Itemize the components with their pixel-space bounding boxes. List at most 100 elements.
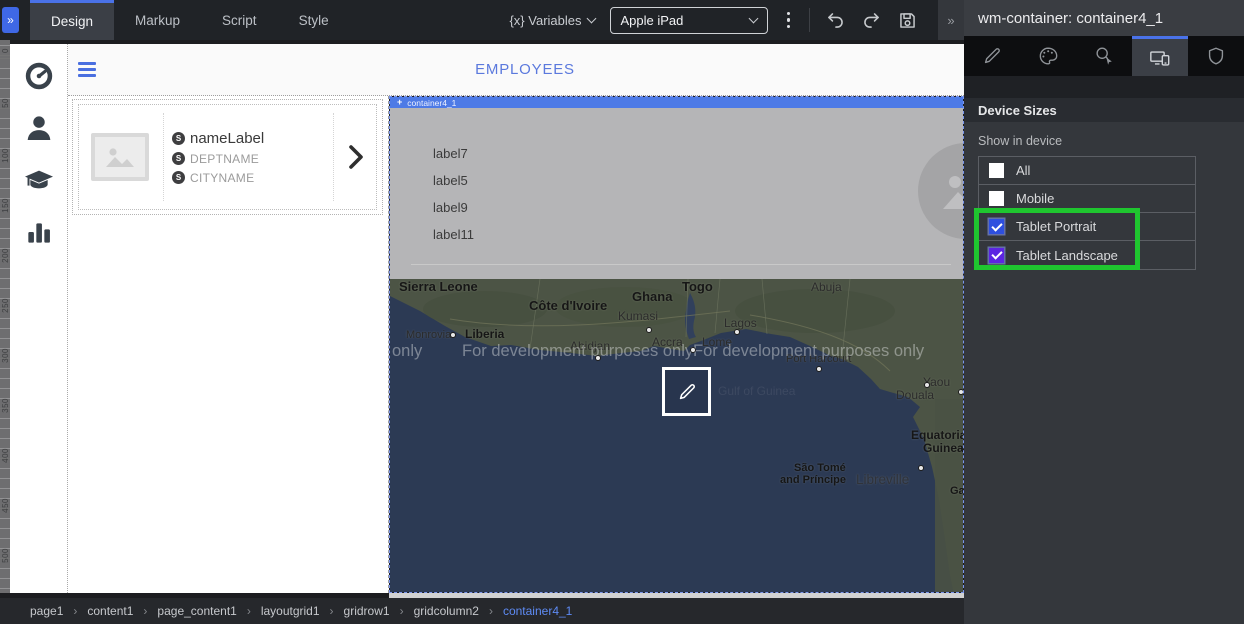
redo-icon[interactable] bbox=[861, 10, 882, 31]
map-place-label: Ghana bbox=[632, 289, 672, 304]
bind-icon: S bbox=[172, 132, 185, 145]
selected-container[interactable]: + container4_1 label7label5label9label11 bbox=[389, 96, 964, 593]
device-tab[interactable] bbox=[1132, 36, 1188, 76]
list-item[interactable]: S nameLabel S DEPTNAME S CITYNAME bbox=[78, 104, 377, 210]
device-preview-select[interactable]: Apple iPad bbox=[610, 7, 768, 34]
chevron-down-icon bbox=[748, 13, 758, 23]
map-place-label: and Príncipe bbox=[780, 474, 846, 486]
map-place-label: Guinea bbox=[923, 441, 964, 455]
list-item-fields: S nameLabel S DEPTNAME S CITYNAME bbox=[163, 113, 334, 201]
vertical-ruler: 050100150200250300350400450500550 bbox=[0, 40, 10, 593]
dept-label[interactable]: DEPTNAME bbox=[190, 152, 259, 166]
map-place-label: São Tomé bbox=[794, 462, 846, 474]
map-place-label: Libreville bbox=[856, 472, 909, 487]
map-city-marker bbox=[595, 355, 601, 361]
checkbox[interactable] bbox=[989, 191, 1004, 206]
pencil-icon bbox=[981, 45, 1003, 67]
show-in-device-label: Show in device bbox=[978, 134, 1230, 148]
container-label[interactable]: label7 bbox=[433, 146, 474, 173]
container-label[interactable]: label11 bbox=[433, 227, 474, 254]
map-place-label: Gulf of Guinea bbox=[718, 384, 795, 398]
selection-tag[interactable]: + container4_1 bbox=[390, 97, 963, 108]
breadcrumb-item-layoutgrid1[interactable]: layoutgrid1 bbox=[261, 604, 320, 618]
ruler-number: 350 bbox=[1, 398, 10, 413]
breadcrumb-item-content1[interactable]: content1 bbox=[87, 604, 133, 618]
chevron-right-icon bbox=[348, 144, 364, 170]
map-place-label: Sierra Leone bbox=[399, 279, 478, 294]
breadcrumb: page1›content1›page_content1›layoutgrid1… bbox=[0, 598, 964, 624]
checkbox[interactable] bbox=[989, 219, 1004, 234]
breadcrumb-item-gridcolumn2[interactable]: gridcolumn2 bbox=[414, 604, 479, 618]
map-place-label: Liberia bbox=[465, 327, 504, 341]
styles-tab[interactable] bbox=[1020, 36, 1076, 76]
map-place-label: Monrovia bbox=[406, 329, 451, 341]
map-place-label: Ga bbox=[950, 485, 964, 497]
checkbox[interactable] bbox=[989, 163, 1004, 178]
tab-markup[interactable]: Markup bbox=[114, 0, 201, 40]
city-label[interactable]: CITYNAME bbox=[190, 171, 254, 185]
map-watermark: For development purposes only bbox=[462, 342, 693, 361]
panel-tabs bbox=[964, 36, 1244, 76]
panel-strip bbox=[964, 76, 1244, 98]
expand-panel-icon[interactable]: » bbox=[938, 0, 964, 40]
save-icon[interactable] bbox=[897, 10, 918, 31]
map-watermark: For development purposes only bbox=[693, 342, 924, 361]
picture-placeholder-icon bbox=[918, 143, 964, 239]
map-city-marker bbox=[816, 366, 822, 372]
map-city-marker bbox=[450, 332, 456, 338]
map-widget[interactable]: Sierra LeoneCôte d'IvoireGhanaKumasiTogo… bbox=[390, 279, 964, 593]
container-label[interactable]: label5 bbox=[433, 173, 474, 200]
ruler-number: 150 bbox=[1, 198, 10, 213]
tab-script[interactable]: Script bbox=[201, 0, 278, 40]
ruler-number: 50 bbox=[1, 98, 10, 108]
container-label[interactable]: label9 bbox=[433, 200, 474, 227]
breadcrumb-item-gridrow1[interactable]: gridrow1 bbox=[344, 604, 390, 618]
more-options-icon[interactable] bbox=[783, 10, 795, 31]
undo-icon[interactable] bbox=[825, 10, 846, 31]
map-place-label: Togo bbox=[682, 279, 713, 294]
device-option-tablet-portrait[interactable]: Tablet Portrait bbox=[979, 213, 1195, 241]
hamburger-menu-icon[interactable] bbox=[78, 62, 96, 77]
education-icon[interactable] bbox=[23, 164, 55, 196]
bar-chart-icon[interactable] bbox=[23, 216, 55, 248]
list-widget[interactable]: S nameLabel S DEPTNAME S CITYNAME bbox=[72, 99, 383, 215]
device-option-all[interactable]: All bbox=[979, 157, 1195, 185]
map-place-label: Douala bbox=[896, 388, 934, 402]
tab-style[interactable]: Style bbox=[278, 0, 350, 40]
map-city-marker bbox=[918, 465, 924, 471]
selection-tag-label: container4_1 bbox=[407, 98, 456, 108]
tab-design[interactable]: Design bbox=[30, 0, 114, 40]
breadcrumb-separator: › bbox=[330, 604, 334, 618]
ruler-number: 450 bbox=[1, 498, 10, 513]
checkbox[interactable] bbox=[989, 248, 1004, 263]
devices-icon bbox=[1149, 47, 1171, 69]
name-label[interactable]: nameLabel bbox=[190, 130, 264, 147]
wavemaker-studio: » DesignMarkupScriptStyle {x} Variables … bbox=[0, 0, 1244, 624]
breadcrumb-item-page1[interactable]: page1 bbox=[30, 604, 63, 618]
properties-panel: wm-container: container4_1 bbox=[964, 0, 1244, 624]
security-tab[interactable] bbox=[1188, 36, 1244, 76]
breadcrumb-item-page_content1[interactable]: page_content1 bbox=[157, 604, 236, 618]
collapse-left-icon[interactable]: » bbox=[2, 7, 19, 33]
bind-icon: S bbox=[172, 171, 185, 184]
user-icon[interactable] bbox=[23, 112, 55, 144]
breadcrumb-item-container4_1[interactable]: container4_1 bbox=[503, 604, 572, 618]
device-option-tablet-landscape[interactable]: Tablet Landscape bbox=[979, 241, 1195, 269]
markup-tab[interactable] bbox=[964, 36, 1020, 76]
dashboard-icon[interactable] bbox=[23, 60, 55, 92]
pointer-search-icon bbox=[1093, 45, 1115, 67]
ruler-number: 200 bbox=[1, 248, 10, 263]
map-place-label: Lagos bbox=[724, 316, 757, 330]
container-body[interactable]: label7label5label9label11 bbox=[390, 108, 964, 279]
device-option-label: Mobile bbox=[1016, 191, 1054, 206]
bind-icon: S bbox=[172, 152, 185, 165]
map-place-label: Côte d'Ivoire bbox=[529, 298, 607, 313]
device-option-mobile[interactable]: Mobile bbox=[979, 185, 1195, 213]
map-place-label: Abuja bbox=[811, 280, 842, 294]
events-tab[interactable] bbox=[1076, 36, 1132, 76]
device-option-label: All bbox=[1016, 163, 1030, 178]
ruler-number: 300 bbox=[1, 348, 10, 363]
container-labels: label7label5label9label11 bbox=[433, 146, 474, 254]
edit-button[interactable] bbox=[662, 367, 711, 416]
variables-button[interactable]: {x} Variables bbox=[509, 13, 594, 28]
